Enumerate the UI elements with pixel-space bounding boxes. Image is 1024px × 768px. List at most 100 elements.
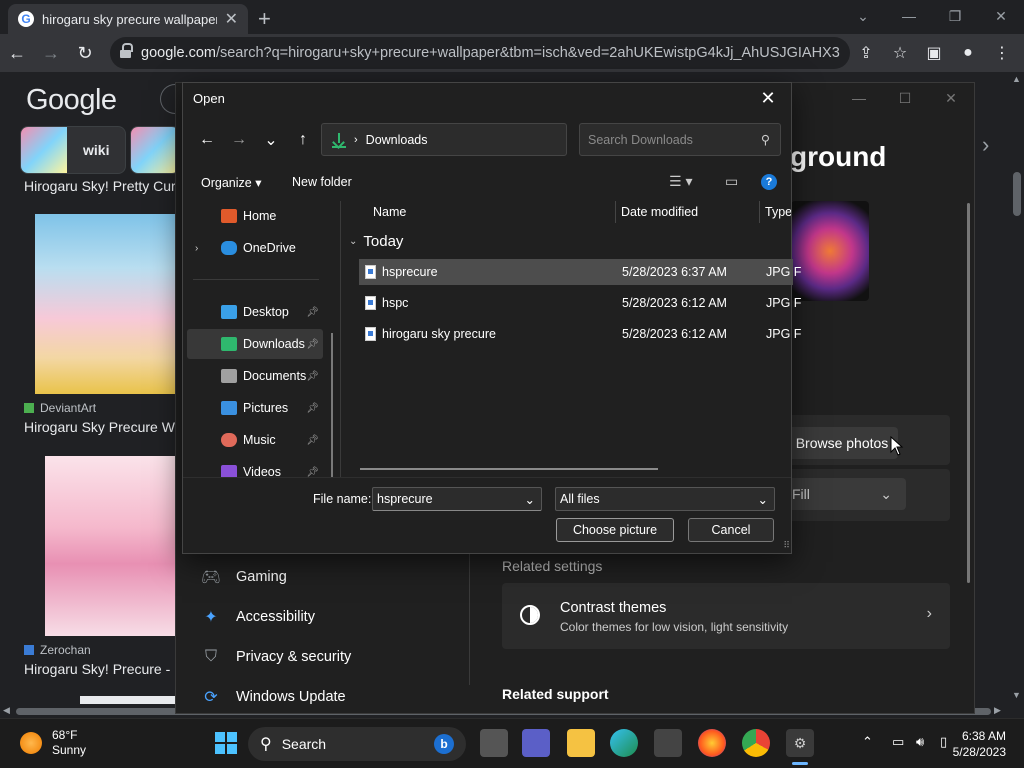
weather-widget[interactable]: 68°F Sunny (20, 728, 86, 758)
file-row[interactable]: hspc 5/28/2023 6:12 AM JPG F (359, 290, 801, 316)
file-row[interactable]: hsprecure 5/28/2023 6:37 AM JPG F (359, 259, 801, 285)
file-type-select[interactable]: All files ⌄ (555, 487, 775, 511)
nav-item-downloads[interactable]: Downloads 📌︎ (187, 329, 323, 359)
organize-menu[interactable]: Organize ▾ (201, 175, 261, 190)
back-arrow-icon[interactable]: ← (191, 125, 223, 155)
column-divider[interactable] (615, 201, 616, 223)
pane-divider[interactable] (340, 201, 341, 477)
help-icon[interactable]: ? (761, 174, 777, 190)
nav-item-music[interactable]: Music 📌︎ (187, 425, 323, 455)
nav-privacy[interactable]: ⛉ Privacy & security (200, 647, 351, 667)
preview-pane-icon[interactable]: ▭ (725, 173, 738, 190)
network-icon[interactable]: ▭ (892, 734, 904, 750)
scroll-up-icon[interactable]: ▲ (1012, 74, 1021, 84)
new-tab-button[interactable]: + (258, 6, 271, 32)
chrome-menu-icon[interactable]: ⋮ (988, 38, 1016, 68)
nav-pane-scrollbar[interactable] (331, 333, 333, 477)
maximize-button[interactable]: ☐ (882, 83, 928, 113)
minimize-button[interactable]: — (886, 0, 932, 32)
nav-item-videos[interactable]: Videos 📌︎ (187, 457, 323, 477)
tab-close-icon[interactable]: ✕ (225, 9, 238, 29)
nav-item-onedrive[interactable]: › OneDrive (187, 233, 323, 263)
scroll-down-icon[interactable]: ▼ (1012, 690, 1021, 700)
reload-button[interactable]: ↻ (68, 36, 102, 70)
result-source[interactable]: Zerochan (24, 643, 91, 657)
close-button[interactable]: ✕ (928, 83, 974, 113)
file-name-input[interactable]: hsprecure ⌄ (372, 487, 542, 511)
result-image[interactable] (35, 214, 180, 394)
fit-select[interactable]: Fill ⌄ (786, 478, 906, 510)
settings-scrollbar[interactable] (967, 203, 970, 583)
forward-arrow-icon[interactable]: → (223, 125, 255, 155)
group-header-today[interactable]: ⌄ Today (349, 233, 403, 250)
resize-grip-icon[interactable]: ⠿ (783, 540, 790, 551)
battery-icon[interactable]: ▯ (940, 734, 947, 750)
result-title[interactable]: Hirogaru Sky! Precure - (24, 661, 170, 677)
scroll-left-icon[interactable]: ◀ (3, 705, 10, 716)
column-header-date[interactable]: Date modified (621, 201, 698, 223)
nav-item-documents[interactable]: Documents 📌︎ (187, 361, 323, 391)
profile-avatar-icon[interactable]: ● (954, 38, 982, 68)
tab-search-icon[interactable]: ⌄ (840, 0, 886, 32)
store-icon[interactable] (654, 729, 682, 757)
firefox-icon[interactable] (698, 729, 726, 757)
column-header-name[interactable]: Name (373, 201, 406, 223)
start-windows-icon[interactable] (212, 729, 240, 757)
nav-item-pictures[interactable]: Pictures 📌︎ (187, 393, 323, 423)
nav-item-desktop[interactable]: Desktop 📌︎ (187, 297, 323, 327)
tray-chevron-icon[interactable]: ⌃ (862, 734, 873, 750)
chrome-icon[interactable] (742, 729, 770, 757)
file-explorer-icon[interactable] (567, 729, 595, 757)
choose-picture-button[interactable]: Choose picture (556, 518, 674, 542)
nav-accessibility[interactable]: ✦ Accessibility (200, 607, 315, 627)
column-divider[interactable] (759, 201, 760, 223)
side-panel-icon[interactable]: ▣ (920, 38, 948, 68)
edge-icon[interactable] (610, 729, 638, 757)
file-row[interactable]: hirogaru sky precure 5/28/2023 6:12 AM J… (359, 321, 801, 347)
share-icon[interactable]: ⇪ (852, 38, 880, 68)
result-image[interactable] (45, 456, 180, 636)
dialog-search-input[interactable]: Search Downloads ⚲ (579, 123, 781, 156)
settings-gear-icon[interactable]: ⚙ (786, 729, 814, 757)
teams-chat-icon[interactable] (522, 729, 550, 757)
view-options-icon[interactable]: ☰ ▾ (669, 173, 692, 190)
file-list-horizontal-scrollbar[interactable] (360, 468, 658, 470)
result-image[interactable] (80, 696, 180, 704)
scrollbar-thumb[interactable] (1013, 172, 1021, 216)
volume-icon[interactable]: 🔊︎ (916, 734, 924, 750)
taskbar-search[interactable]: ⚲ Search b (248, 727, 466, 761)
scroll-right-icon[interactable]: ▶ (994, 705, 1001, 716)
result-title[interactable]: Hirogaru Sky Precure W (24, 419, 175, 435)
column-header-type[interactable]: Type (765, 201, 791, 223)
forward-button[interactable]: → (34, 36, 68, 70)
contrast-themes-row[interactable]: Contrast themes Color themes for low vis… (502, 583, 950, 649)
cancel-button[interactable]: Cancel (688, 518, 774, 542)
related-chip[interactable] (130, 126, 180, 174)
up-arrow-icon[interactable]: ↑ (287, 125, 319, 155)
back-button[interactable]: ← (0, 36, 34, 70)
task-view-icon[interactable] (480, 729, 508, 757)
result-title[interactable]: Hirogaru Sky! Pretty Cur (24, 178, 176, 194)
related-chip-wiki[interactable]: wiki (20, 126, 127, 174)
result-source[interactable]: DeviantArt (24, 401, 96, 415)
google-logo[interactable]: Google (26, 84, 117, 117)
chevron-down-icon[interactable]: ⌄ (525, 492, 535, 507)
bookmark-star-icon[interactable]: ☆ (886, 38, 914, 68)
nav-gaming[interactable]: 🎮︎ Gaming (200, 567, 287, 587)
recent-chevron-icon[interactable]: ⌄ (255, 125, 287, 155)
browse-photos-button[interactable]: Browse photos (786, 427, 898, 459)
nav-windows-update[interactable]: ⟳ Windows Update (200, 687, 345, 707)
address-bar[interactable]: google.com/search?q=hirogaru+sky+precure… (110, 37, 850, 69)
browser-tab[interactable]: G hirogaru sky precure wallpaper - ✕ (8, 4, 248, 34)
page-vertical-scrollbar[interactable]: ▲ ▼ (1010, 72, 1024, 704)
chips-next-icon[interactable]: › (982, 132, 989, 158)
restore-button[interactable]: ❐ (932, 0, 978, 32)
new-folder-button[interactable]: New folder (292, 175, 352, 189)
expand-chevron-icon[interactable]: › (195, 243, 209, 254)
dialog-close-button[interactable]: ✕ (745, 83, 791, 113)
nav-item-home[interactable]: Home (187, 201, 323, 231)
dialog-address-bar[interactable]: › Downloads (321, 123, 567, 156)
taskbar-clock[interactable]: 6:38 AM 5/28/2023 (953, 728, 1006, 760)
minimize-button[interactable]: — (836, 83, 882, 113)
close-button[interactable]: ✕ (978, 0, 1024, 32)
